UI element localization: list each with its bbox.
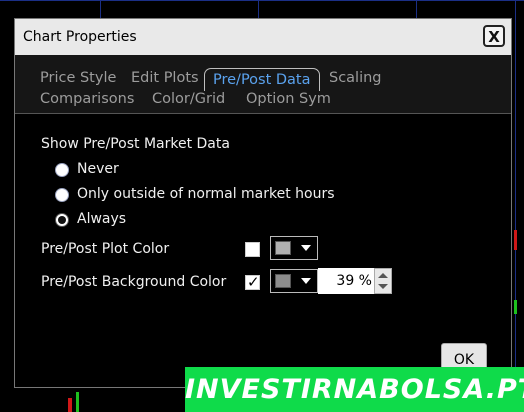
chart-gridline (100, 0, 101, 18)
spin-up-icon[interactable] (378, 273, 388, 278)
radio-always-label[interactable]: Always (77, 211, 126, 227)
tab-bar: Price Style Edit Plots Pre/Post Data Sca… (15, 55, 511, 113)
checkmark-icon: ✓ (247, 273, 260, 291)
opacity-input[interactable]: 39 % (318, 268, 374, 294)
chevron-down-icon (301, 245, 311, 251)
plot-color-dropdown[interactable] (270, 236, 318, 260)
chart-candle (514, 300, 517, 314)
watermark-banner: INVESTIRNABOLSA.PT (185, 367, 524, 412)
tab-option-sym[interactable]: Option Sym (246, 91, 331, 107)
tab-color-grid[interactable]: Color/Grid (152, 91, 225, 107)
plot-color-label: Pre/Post Plot Color (41, 241, 170, 257)
tab-edit-plots[interactable]: Edit Plots (131, 70, 199, 86)
opacity-stepper[interactable] (374, 268, 392, 294)
chart-gridline (416, 0, 417, 18)
title-bar[interactable]: Chart Properties X (15, 19, 511, 55)
close-button[interactable]: X (483, 25, 505, 47)
spin-down-icon[interactable] (378, 284, 388, 289)
radio-outside-hours[interactable] (55, 188, 69, 202)
background-color-dropdown[interactable] (270, 269, 318, 293)
show-market-data-heading: Show Pre/Post Market Data (41, 136, 230, 152)
background-color-checkbox[interactable]: ✓ (245, 273, 260, 291)
tab-price-style[interactable]: Price Style (40, 70, 116, 86)
chart-candle (76, 392, 79, 412)
chevron-down-icon (301, 278, 311, 284)
tab-comparisons[interactable]: Comparisons (40, 91, 134, 107)
chart-gridline (258, 0, 259, 18)
radio-outside-hours-label[interactable]: Only outside of normal market hours (77, 186, 335, 202)
radio-always[interactable] (55, 213, 69, 227)
tab-scaling[interactable]: Scaling (329, 70, 382, 86)
background-color-swatch (275, 274, 291, 288)
radio-never[interactable] (55, 163, 69, 177)
background-color-label: Pre/Post Background Color (41, 274, 227, 290)
plot-color-checkbox[interactable] (245, 242, 260, 257)
pre-post-data-panel: Show Pre/Post Market Data Never Only out… (15, 114, 511, 387)
chart-gridline (0, 0, 524, 1)
radio-never-label[interactable]: Never (77, 161, 119, 177)
plot-color-swatch (275, 241, 291, 255)
chart-properties-dialog: Chart Properties X Price Style Edit Plot… (14, 18, 512, 388)
chart-candle (514, 230, 517, 250)
chart-gridline (515, 0, 516, 412)
dialog-title: Chart Properties (23, 29, 137, 45)
chart-candle (68, 398, 72, 412)
tab-pre-post-data[interactable]: Pre/Post Data (204, 68, 320, 91)
